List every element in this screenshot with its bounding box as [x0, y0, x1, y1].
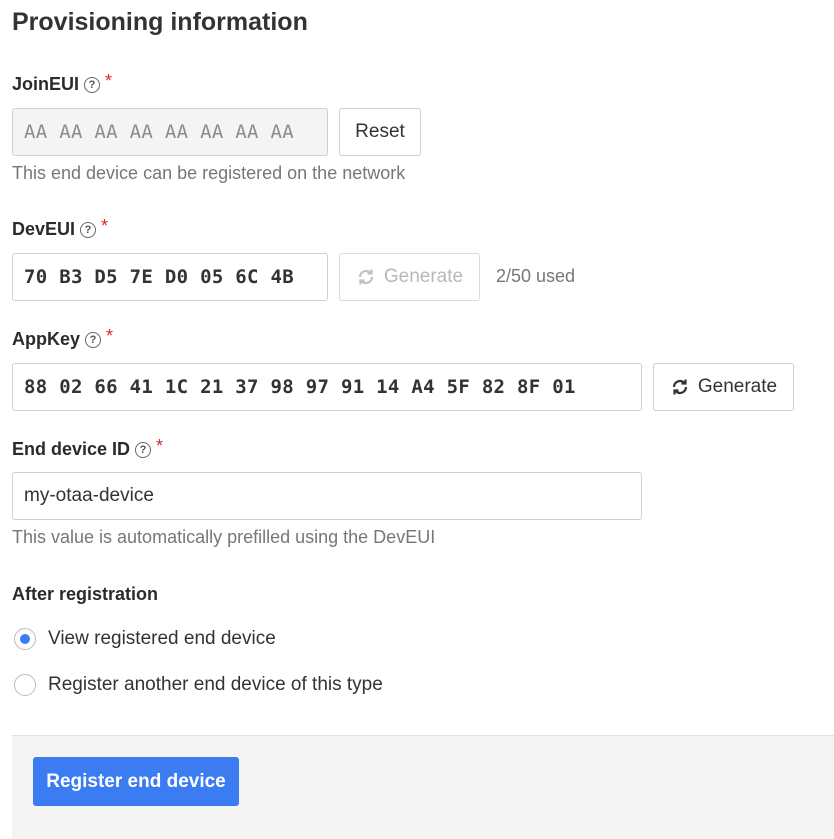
app-key-label: AppKey [12, 329, 81, 349]
dev-eui-generate-button[interactable]: Generate [339, 253, 480, 301]
dev-eui-label-row: DevEUI ? * [12, 216, 109, 240]
reset-button[interactable]: Reset [339, 108, 421, 156]
join-eui-input[interactable]: AA AA AA AA AA AA AA AA [12, 108, 328, 156]
radio-button[interactable] [14, 628, 36, 650]
app-key-generate-button[interactable]: Generate [653, 363, 794, 411]
required-marker: * [101, 216, 109, 236]
end-device-id-label-row: End device ID ? * [12, 436, 164, 460]
refresh-icon [356, 267, 376, 287]
help-icon[interactable]: ? [85, 331, 102, 348]
required-marker: * [105, 71, 113, 91]
app-key-label-row: AppKey ? * [12, 326, 114, 350]
refresh-icon [670, 377, 690, 397]
dev-eui-usage: 2/50 used [496, 266, 576, 286]
end-device-id-input[interactable]: my-otaa-device [12, 472, 642, 520]
dev-eui-input[interactable]: 70 B3 D5 7E D0 05 6C 4B [12, 253, 328, 301]
end-device-id-hint: This value is automatically prefilled us… [12, 527, 436, 547]
app-key-input[interactable]: 88 02 66 41 1C 21 37 98 97 91 14 A4 5F 8… [12, 363, 642, 411]
after-registration-label: After registration [12, 584, 159, 604]
join-eui-hint: This end device can be registered on the… [12, 163, 406, 183]
generate-label: Generate [383, 266, 464, 287]
generate-label: Generate [697, 376, 778, 397]
register-end-device-button[interactable]: Register end device [33, 757, 239, 806]
dev-eui-label: DevEUI [12, 219, 76, 239]
help-icon[interactable]: ? [135, 441, 152, 458]
required-marker: * [106, 326, 114, 346]
radio-selected-dot [20, 634, 30, 644]
radio-label: View registered end device [48, 628, 276, 649]
join-eui-label-row: JoinEUI ? * [12, 71, 113, 95]
required-marker: * [156, 436, 164, 456]
end-device-id-label: End device ID [12, 439, 131, 459]
radio-label: Register another end device of this type [48, 674, 383, 695]
radio-option-view[interactable]: View registered end device [14, 628, 276, 650]
help-icon[interactable]: ? [80, 221, 97, 238]
radio-option-register-another[interactable]: Register another end device of this type [14, 674, 383, 696]
radio-button[interactable] [14, 674, 36, 696]
page-title: Provisioning information [12, 8, 308, 36]
help-icon[interactable]: ? [84, 76, 101, 93]
join-eui-label: JoinEUI [12, 74, 80, 94]
